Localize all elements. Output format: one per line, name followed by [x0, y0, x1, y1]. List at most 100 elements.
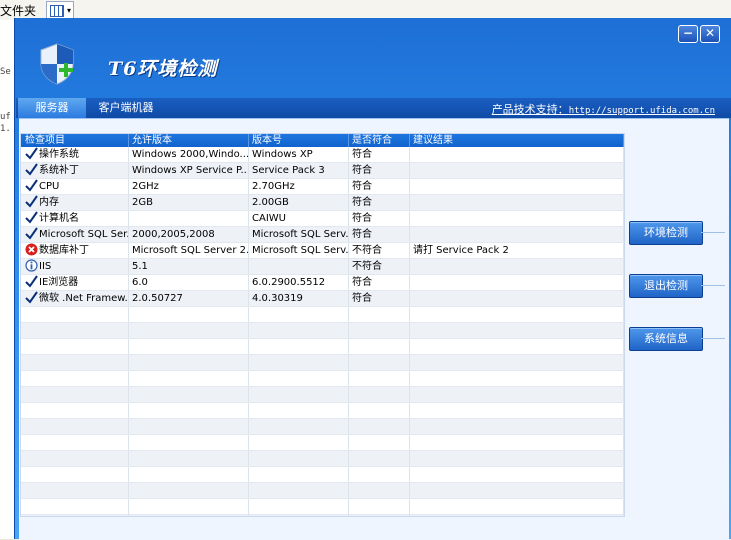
check-icon [25, 291, 38, 304]
table-row[interactable]: IE浏览器 6.0 6.0.2900.5512 符合 [21, 275, 624, 291]
cell-advice [410, 163, 624, 178]
header-allowed[interactable]: 允许版本 [129, 134, 249, 147]
minimize-button[interactable]: − [678, 25, 698, 43]
cell-empty [21, 371, 129, 386]
table-row[interactable]: 微软 .Net Framew... 2.0.50727 4.0.30319 符合 [21, 291, 624, 307]
cell-empty [21, 483, 129, 498]
chevron-down-icon: ▾ [66, 6, 71, 15]
cell-item: 计算机名 [21, 211, 129, 226]
cell-item-text: 内存 [39, 197, 59, 208]
cell-version: 2.70GHz [249, 179, 349, 194]
cell-item-text: IE浏览器 [39, 277, 79, 288]
folders-button[interactable]: 文件夹 [0, 2, 36, 19]
check-results-table: 检查项目 允许版本 版本号 是否符合 建议结果 操作系统 Windows 2000… [20, 133, 625, 517]
cell-empty [249, 387, 349, 402]
cell-empty [349, 467, 410, 482]
cell-empty [349, 355, 410, 370]
cell-empty [349, 515, 410, 516]
cell-advice [410, 179, 624, 194]
cell-empty [349, 307, 410, 322]
table-row[interactable]: IIS 5.1 不符合 [21, 259, 624, 275]
tab-client[interactable]: 客户端机器 [88, 98, 164, 118]
table-row [21, 451, 624, 467]
check-icon [25, 163, 38, 176]
cell-empty [410, 419, 624, 434]
support-link[interactable]: 产品技术支持：http://support.ufida.com.cn [492, 101, 715, 117]
cell-empty [129, 435, 249, 450]
divider [701, 232, 725, 233]
table-row[interactable]: Microsoft SQL Ser... 2000,2005,2008 Micros… [21, 227, 624, 243]
table-row[interactable]: 操作系统 Windows 2000,Windo... Windows XP 符合 [21, 147, 624, 163]
check-icon [25, 179, 38, 192]
table-row[interactable]: 数据库补丁 Microsoft SQL Server 2... Microsoft … [21, 243, 624, 259]
cell-item: IIS [21, 259, 129, 274]
cell-allowed: 2GB [129, 195, 249, 210]
cell-empty [410, 435, 624, 450]
cell-ok: 符合 [349, 211, 410, 226]
explorer-left-pane: Se uf 1. [0, 20, 14, 539]
cell-advice: 请打 Service Pack 2 [410, 243, 624, 258]
cell-item-text: 计算机名 [39, 213, 79, 224]
cell-empty [21, 403, 129, 418]
table-row [21, 403, 624, 419]
cell-empty [21, 435, 129, 450]
table-row[interactable]: 计算机名 CAIWU 符合 [21, 211, 624, 227]
cell-item-text: 微软 .Net Framew... [39, 293, 129, 304]
cell-ok: 符合 [349, 195, 410, 210]
cell-ok: 符合 [349, 227, 410, 242]
cell-empty [249, 483, 349, 498]
header-item[interactable]: 检查项目 [21, 134, 129, 147]
cell-empty [349, 403, 410, 418]
cell-item-text: 系统补丁 [39, 165, 79, 176]
cell-empty [21, 339, 129, 354]
cell-ok: 符合 [349, 291, 410, 306]
cell-empty [349, 499, 410, 514]
cell-allowed: Windows 2000,Windo... [129, 147, 249, 162]
table-row [21, 435, 624, 451]
header-advice[interactable]: 建议结果 [410, 134, 624, 147]
table-row[interactable]: 系统补丁 Windows XP Service P... Service Pack … [21, 163, 624, 179]
cell-empty [349, 339, 410, 354]
exit-check-button[interactable]: 退出检测 [629, 274, 703, 298]
cell-empty [410, 323, 624, 338]
cell-empty [410, 371, 624, 386]
cell-empty [410, 467, 624, 482]
tab-server[interactable]: 服务器 [18, 98, 86, 118]
info-icon [25, 259, 38, 272]
divider [701, 338, 725, 339]
header-ok[interactable]: 是否符合 [349, 134, 410, 147]
cell-empty [410, 515, 624, 516]
cell-advice [410, 147, 624, 162]
cell-allowed [129, 211, 249, 226]
cell-empty [410, 387, 624, 402]
cell-allowed: 5.1 [129, 259, 249, 274]
cell-empty [129, 323, 249, 338]
cell-item-text: 操作系统 [39, 149, 79, 160]
cell-item: 系统补丁 [21, 163, 129, 178]
cell-empty [410, 451, 624, 466]
table-row[interactable]: CPU 2GHz 2.70GHz 符合 [21, 179, 624, 195]
cell-empty [129, 355, 249, 370]
cell-empty [249, 467, 349, 482]
system-info-button[interactable]: 系统信息 [629, 327, 703, 351]
cell-empty [129, 307, 249, 322]
cell-empty [249, 435, 349, 450]
table-row[interactable]: 内存 2GB 2.00GB 符合 [21, 195, 624, 211]
cell-allowed: 2000,2005,2008 [129, 227, 249, 242]
cell-empty [410, 499, 624, 514]
cell-item: CPU [21, 179, 129, 194]
close-button[interactable]: ✕ [700, 25, 720, 43]
cell-empty [249, 403, 349, 418]
tab-strip: 服务器 客户端机器 产品技术支持：http://support.ufida.co… [16, 98, 731, 124]
view-grid-icon [50, 5, 64, 17]
env-check-button[interactable]: 环境检测 [629, 221, 703, 245]
shield-icon [40, 43, 74, 85]
window-title: T6环境检测 [108, 58, 218, 80]
cell-version: Microsoft SQL Serv... [249, 243, 349, 258]
cell-empty [129, 387, 249, 402]
table-row [21, 419, 624, 435]
header-version[interactable]: 版本号 [249, 134, 349, 147]
content-panel: 检查项目 允许版本 版本号 是否符合 建议结果 操作系统 Windows 2000… [19, 118, 729, 540]
cell-ok: 符合 [349, 275, 410, 290]
cell-item: 内存 [21, 195, 129, 210]
